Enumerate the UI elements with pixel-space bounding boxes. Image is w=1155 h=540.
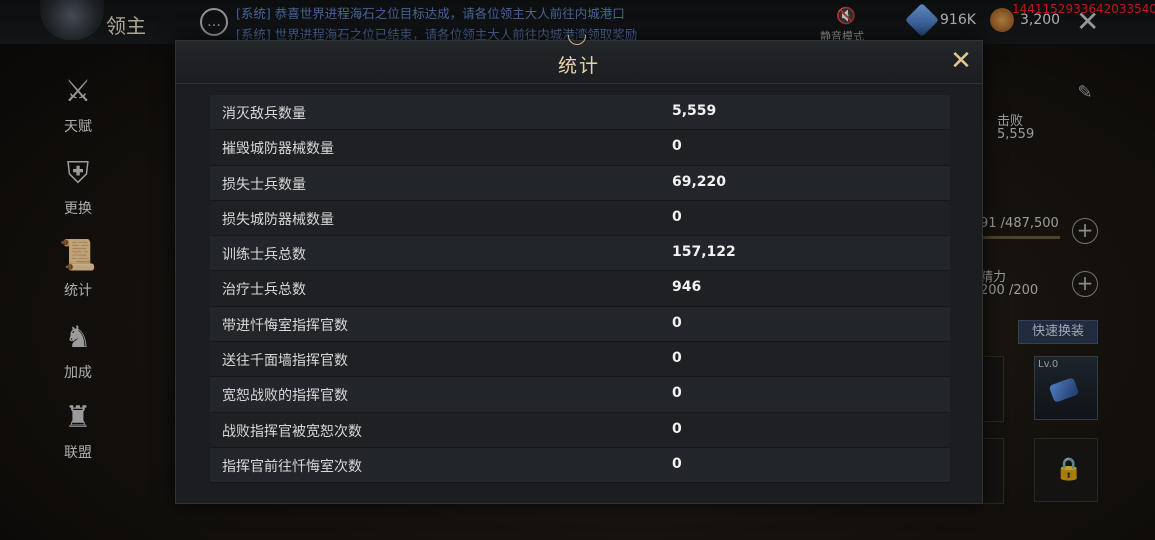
table-row: 训练士兵总数 157,122 — [210, 236, 950, 272]
table-row: 治疗士兵总数 946 — [210, 271, 950, 307]
stat-value: 0 — [672, 350, 682, 367]
stat-label: 指挥官前往忏悔室次数 — [222, 458, 362, 475]
stat-label: 损失士兵数量 — [222, 176, 306, 193]
stat-value: 0 — [672, 138, 682, 155]
table-row: 损失士兵数量 69,220 — [210, 165, 950, 201]
stat-label: 治疗士兵总数 — [222, 282, 306, 299]
stat-label: 损失城防器械数量 — [222, 211, 334, 228]
stat-value: 157,122 — [672, 244, 736, 261]
stat-label: 宽恕战败的指挥官数 — [222, 388, 348, 405]
stat-value: 0 — [672, 420, 682, 437]
stat-value: 0 — [672, 208, 682, 225]
stat-value: 5,559 — [672, 103, 717, 119]
stat-label: 训练士兵总数 — [222, 247, 306, 264]
stat-label: 摧毁城防器械数量 — [222, 141, 334, 158]
close-x-icon[interactable]: ✕ — [947, 47, 975, 75]
table-row: 摧毁城防器械数量 0 — [210, 130, 950, 166]
stat-value: 69,220 — [672, 173, 727, 190]
table-row: 宽恕战败的指挥官数 0 — [210, 377, 950, 413]
stat-value: 0 — [672, 385, 682, 402]
table-row: 损失城防器械数量 0 — [210, 200, 950, 237]
ornament-icon — [568, 35, 586, 45]
stats-table: 消灭敌兵数量 5,559 摧毁城防器械数量 0 损失士兵数量 69,220 损失… — [210, 95, 950, 484]
stat-label: 消灭敌兵数量 — [222, 106, 306, 122]
statistics-dialog: 统计 ✕ 消灭敌兵数量 5,559 摧毁城防器械数量 0 损失士兵数量 69,2… — [175, 35, 983, 504]
stat-label: 带进忏悔室指挥官数 — [222, 317, 348, 334]
stat-label: 送往千面墙指挥官数 — [222, 353, 348, 370]
stat-label: 战败指挥官被宽恕次数 — [222, 423, 362, 440]
table-row: 送往千面墙指挥官数 0 — [210, 342, 950, 378]
table-row: 带进忏悔室指挥官数 0 — [210, 306, 950, 343]
dialog-title: 统计 — [557, 55, 600, 77]
table-row: 战败指挥官被宽恕次数 0 — [210, 412, 950, 448]
table-row: 指挥官前往忏悔室次数 0 — [210, 447, 950, 484]
stat-value: 0 — [672, 314, 682, 331]
stat-value: 0 — [672, 455, 682, 472]
dialog-header: 统计 ✕ — [176, 35, 982, 84]
table-row: 消灭敌兵数量 5,559 — [210, 95, 950, 131]
stat-value: 946 — [672, 279, 702, 296]
